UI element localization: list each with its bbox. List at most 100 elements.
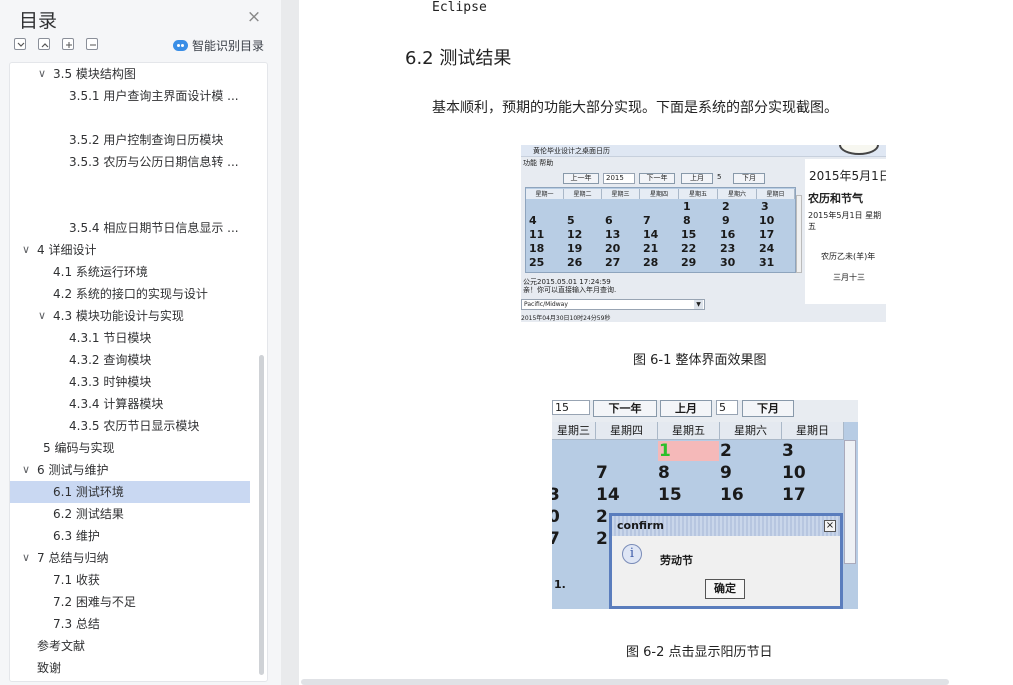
day-cell: 17 [759,228,775,241]
day-cell: 16 [720,485,744,505]
toc-item[interactable]: ∨ 3.5 模块结构图 [10,63,250,85]
lunar-panel-line: 2015年5月1日 星期 [808,211,882,220]
chevron-down-icon[interactable]: ∨ [36,305,48,327]
toc-item[interactable]: 7.1 收获 [10,569,250,591]
toc-item[interactable]: 6.3 维护 [10,525,250,547]
month-input: 5 [716,400,738,415]
smart-toc-button[interactable]: 智能识别目录 [173,37,264,54]
day-cell: 7 [596,463,608,483]
weekday-header: 星期日 [757,189,795,199]
body-paragraph: 基本顺利，预期的功能大部分实现。下面是系统的部分实现截图。 [432,100,838,116]
toc-item[interactable]: 4.3.1 节日模块 [10,327,250,349]
next-month-button: 下月 [733,173,765,184]
year-input: 15 [552,400,590,415]
toc-item-active[interactable]: 6.1 测试环境 [10,481,250,503]
day-cell: 6 [605,214,613,227]
day-cell: 4 [529,214,537,227]
toc-item[interactable]: 参考文献 [10,635,250,657]
day-cell: 10 [782,463,806,483]
day-cell: 14 [643,228,659,241]
toc-scrollbar[interactable] [259,355,264,675]
day-cell: 2 [596,529,608,549]
toc-item[interactable]: 4.3.4 计算器模块 [10,393,250,415]
day-cell: 7 [552,529,560,549]
horizontal-scrollbar[interactable] [301,679,949,685]
day-cell: 23 [720,242,736,255]
day-cell: 19 [567,242,583,255]
next-year-button: 下一年 [639,173,675,184]
toc-item[interactable]: 3.5.2 用户控制查询日历模块 [10,129,250,151]
hint-text: 亲！你可以直接输入年月查询. [523,286,617,294]
day-cell: 2 [596,507,608,527]
toc-item[interactable]: ∨ 7 总结与归纳 [10,547,250,569]
timezone-time-text: 2015年04月30日10时24分59秒 [521,315,611,322]
figure-caption: 图 6-1 整体界面效果图 [633,353,767,368]
toc-item[interactable]: 7.2 困难与不足 [10,591,250,613]
day-cell: 3 [782,441,794,461]
day-cell: 7 [643,214,651,227]
day-cell: 2 [720,441,732,461]
section-heading: 6.2 测试结果 [405,48,512,69]
toc-item[interactable]: 4.1 系统运行环境 [10,261,250,283]
toc-item[interactable]: 致谢 [10,657,250,679]
year-input: 2015 [603,173,635,184]
chevron-down-icon[interactable]: ∨ [20,547,32,569]
toc-item[interactable]: 3.5.1 用户查询主界面设计模 ... [10,85,250,107]
weekday-header: 星期四 [640,189,679,199]
confirm-dialog: confirm × i 劳动节 确定 [609,513,843,609]
day-cell: 24 [759,242,775,255]
app-titlebar: 黄伦毕业设计之桌面日历 [521,145,886,157]
day-cell: 3 [761,200,769,213]
smart-toc-label: 智能识别目录 [192,39,265,53]
dialog-title: confirm [612,516,840,536]
day-cell: 26 [567,256,583,269]
add-icon[interactable] [62,38,74,50]
toc-item[interactable]: 7.3 总结 [10,613,250,635]
panel-splitter[interactable] [281,0,299,685]
lunar-panel-line: 农历乙未(羊)年 [821,252,876,261]
info-icon: i [622,544,642,564]
timezone-select: Pacific/Midway ▼ [521,299,705,310]
ok-button: 确定 [705,579,745,599]
day-cell: 9 [720,463,732,483]
weekday-header: 星期一 [526,189,564,199]
toc-item[interactable]: ∨ 6 测试与维护 [10,459,250,481]
toc-item[interactable]: 5 编码与实现 [10,437,250,459]
day-cell: 15 [681,228,697,241]
expand-all-icon[interactable] [38,38,50,50]
toc-item[interactable]: 3.5.4 相应日期节日信息显示 ... [10,217,250,239]
figure-2-screenshot: 15 下一年 上月 5 下月 星期三 星期四 星期五 星期六 星期日 1 2 3… [552,400,858,609]
toc-item[interactable]: 4.3.3 时钟模块 [10,371,250,393]
figure-1-screenshot: 黄伦毕业设计之桌面日历 功能 帮助 上一年 2015 下一年 上月 5 下月 星… [521,145,886,322]
remove-icon[interactable] [86,38,98,50]
day-cell: 15 [658,485,682,505]
day-cell: 13 [605,228,621,241]
toc-item[interactable]: 4.2 系统的接口的实现与设计 [10,283,250,305]
close-icon[interactable]: × [246,9,262,26]
lunar-panel-title: 农历和节气 [808,192,863,205]
toc-item[interactable]: ∨ 4 详细设计 [10,239,250,261]
day-cell: 27 [605,256,621,269]
weekday-header: 星期五 [658,422,720,440]
chevron-down-icon[interactable]: ∨ [20,459,32,481]
weekday-header: 星期四 [596,422,658,440]
next-month-button: 下月 [742,400,794,417]
chevron-down-icon[interactable]: ∨ [36,63,48,85]
document-page: Eclipse 6.2 测试结果 基本顺利，预期的功能大部分实现。下面是系统的部… [299,0,1013,685]
close-icon: × [824,520,836,532]
day-cell: 28 [643,256,659,269]
weekday-header: 星期六 [720,422,782,440]
toc-item[interactable]: 4.3.2 查询模块 [10,349,250,371]
chevron-down-icon[interactable]: ∨ [20,239,32,261]
body-text-fragment: Eclipse [432,0,487,15]
toc-item[interactable]: 3.5.3 农历与公历日期信息转 ... [10,151,250,173]
toc-item[interactable]: ∨ 4.3 模块功能设计与实现 [10,305,250,327]
toc-item[interactable]: 4.3.5 农历节日显示模块 [10,415,250,437]
toc-item[interactable]: 6.2 测试结果 [10,503,250,525]
window-title: 黄伦毕业设计之桌面日历 [533,147,610,155]
collapse-all-icon[interactable] [14,38,26,50]
weekday-header: 星期五 [679,189,718,199]
day-cell: 0 [552,507,560,527]
day-cell-today: 1 [659,441,671,461]
day-cell: 16 [720,228,736,241]
